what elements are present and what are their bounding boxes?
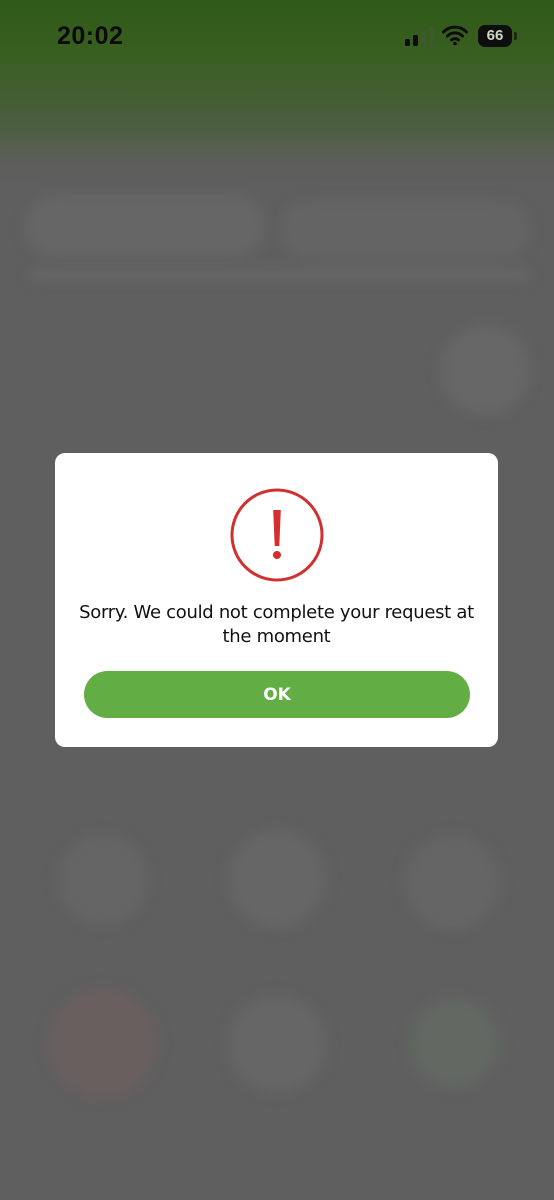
background-circle bbox=[228, 830, 326, 928]
background-circle bbox=[228, 995, 326, 1093]
background-pill bbox=[280, 200, 530, 260]
background-divider bbox=[30, 268, 530, 280]
error-message: Sorry. We could not complete your reques… bbox=[79, 602, 474, 647]
background-circle bbox=[440, 325, 530, 415]
background-circle bbox=[405, 835, 500, 930]
background-pill bbox=[25, 195, 265, 257]
exclamation-circle-icon bbox=[230, 488, 324, 582]
battery-level: 66 bbox=[486, 27, 504, 44]
background-circle bbox=[58, 835, 148, 925]
app-screen: 20:02 66 Sorry. We could not complete yo… bbox=[0, 0, 554, 1200]
status-time: 20:02 bbox=[57, 22, 124, 50]
background-circle bbox=[48, 988, 158, 1098]
battery-cap bbox=[514, 32, 517, 40]
status-bar: 20:02 66 bbox=[0, 0, 554, 74]
error-dialog: Sorry. We could not complete your reques… bbox=[55, 453, 498, 747]
battery-icon: 66 bbox=[478, 25, 512, 47]
wifi-icon bbox=[442, 25, 468, 46]
ok-button-label: OK bbox=[263, 684, 291, 705]
ok-button[interactable]: OK bbox=[84, 671, 470, 718]
background-circle bbox=[410, 998, 500, 1088]
cellular-signal-icon bbox=[405, 26, 435, 46]
